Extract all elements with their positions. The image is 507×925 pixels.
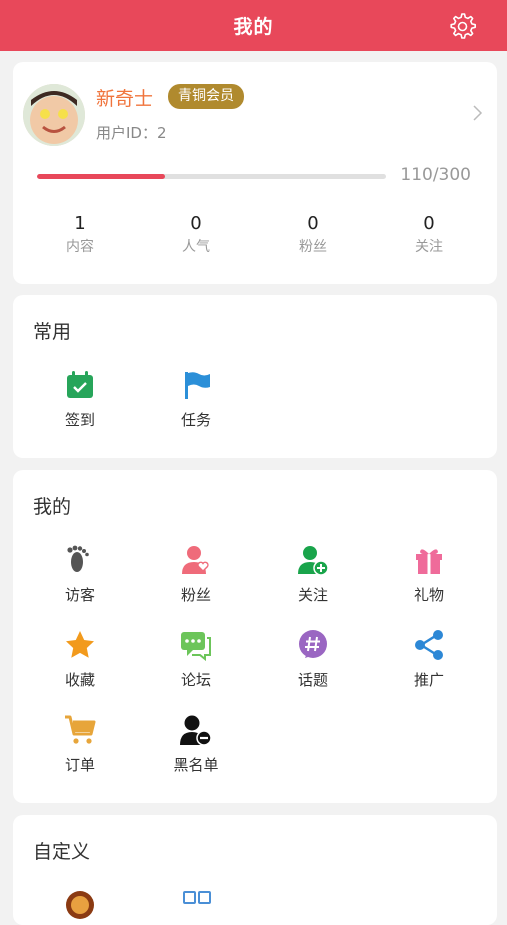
custom-section: 自定义 [13,815,497,925]
footprints-icon [67,545,89,572]
common-section: 常用 签到 任务 [13,295,497,458]
level-progress-text: 110/300 [400,165,471,185]
section-title: 常用 [33,321,72,343]
stat-content[interactable]: 1 内容 [35,212,125,258]
stat-label: 内容 [66,239,94,255]
gift-icon [416,549,442,574]
grid-item-forum[interactable]: 论坛 [146,629,246,690]
custom-item-icon[interactable] [64,889,96,921]
flag-icon [185,372,210,399]
hashtag-icon [299,630,327,658]
member-badge: 青铜会员 [168,84,244,109]
grid-item-label: 签到 [64,411,95,429]
grid-item-fans[interactable]: 粉丝 [146,544,246,605]
stat-fans[interactable]: 0 粉丝 [268,212,358,258]
stat-value: 0 [307,213,319,234]
grid-item-checkin[interactable]: 签到 [30,369,130,430]
grid-item-visitors[interactable]: 访客 [30,544,130,605]
star-icon [66,631,94,658]
grid-item-gifts[interactable]: 礼物 [379,544,479,605]
grid-item-label: 访客 [64,586,95,604]
stat-value: 0 [423,213,435,234]
grid-item-label: 话题 [297,671,328,689]
user-add-icon [298,546,329,576]
grid-item-favorites[interactable]: 收藏 [30,629,130,690]
grid-item-label: 推广 [413,671,444,689]
top-bar: 我的 [0,0,507,51]
grid-item-label: 订单 [64,756,95,774]
grid-item-label: 礼物 [413,586,444,604]
section-title: 自定义 [33,841,91,863]
avatar[interactable] [23,84,85,146]
page-title: 我的 [233,16,274,38]
gear-icon[interactable] [447,11,477,41]
section-title: 我的 [33,496,72,518]
stats-row: 1 内容 0 人气 0 粉丝 0 关注 [13,212,497,262]
grid-item-label: 粉丝 [180,586,211,604]
grid-item-tasks[interactable]: 任务 [146,369,246,430]
chat-icon [181,632,211,661]
level-progress-bar [37,174,386,179]
chevron-right-icon[interactable] [471,104,483,122]
profile-card: 新奇士 青铜会员 用户ID：2 110/300 1 内容 0 人气 0 粉丝 0… [13,62,497,284]
user-heart-icon [182,546,209,574]
mine-section: 我的 访客 粉丝 关注 礼物 收藏 论坛 话题 推广 订单 黑名单 [13,470,497,803]
stat-value: 0 [190,213,202,234]
grid-item-topics[interactable]: 话题 [263,629,363,690]
grid-item-blacklist[interactable]: 黑名单 [146,714,246,775]
grid-item-label: 关注 [297,586,328,604]
stat-label: 粉丝 [299,239,327,255]
grid-item-label: 论坛 [180,671,211,689]
stat-following[interactable]: 0 关注 [384,212,474,258]
grid-item-label: 黑名单 [173,756,219,774]
grid-item-label: 收藏 [64,671,95,689]
calendar-check-icon [67,371,93,398]
user-id: 用户ID：2 [96,124,167,142]
stat-label: 人气 [182,239,210,255]
username: 新奇士 [96,88,154,110]
stat-popularity[interactable]: 0 人气 [151,212,241,258]
grid-item-orders[interactable]: 订单 [30,714,130,775]
stat-value: 1 [74,213,86,234]
cart-icon [65,715,96,744]
level-progress-fill [37,174,166,179]
grid-item-label: 任务 [180,411,211,429]
stat-label: 关注 [415,239,443,255]
user-block-icon [180,715,212,746]
avatar-image [23,84,85,146]
grid-icon[interactable] [181,889,213,921]
share-icon [415,630,443,660]
grid-item-promote[interactable]: 推广 [379,629,479,690]
grid-item-following[interactable]: 关注 [263,544,363,605]
